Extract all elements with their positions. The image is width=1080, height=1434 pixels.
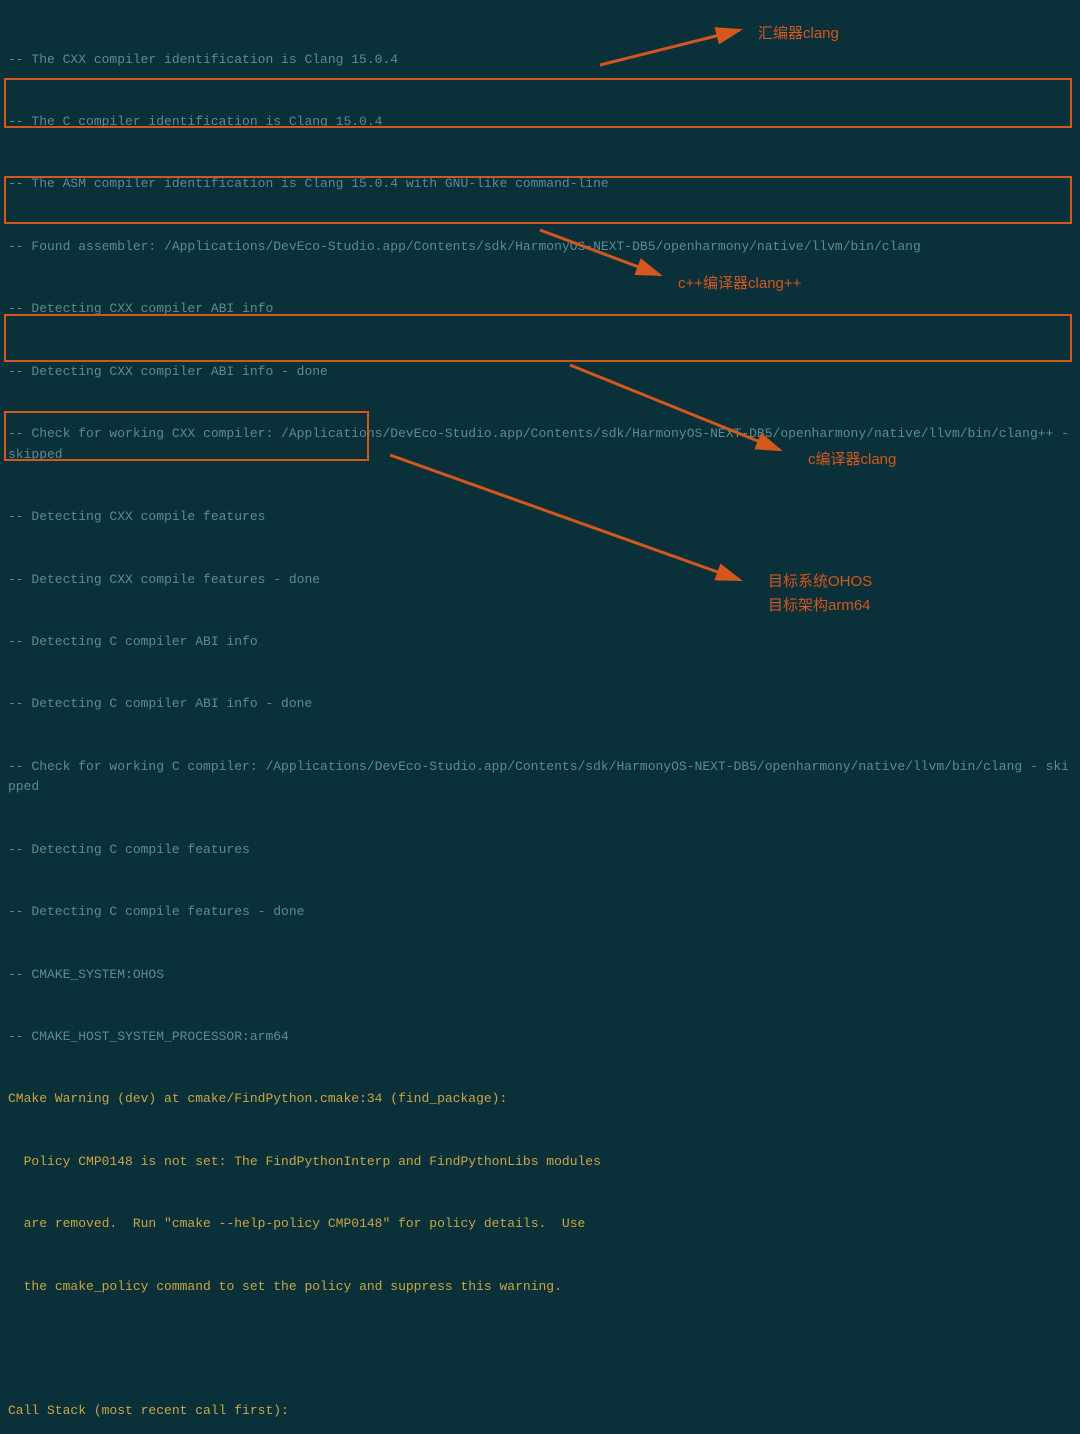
- terminal-line: -- CMAKE_HOST_SYSTEM_PROCESSOR:arm64: [8, 1027, 1072, 1048]
- warning-line: CMake Warning (dev) at cmake/FindPython.…: [8, 1089, 1072, 1110]
- terminal-line: -- The CXX compiler identification is Cl…: [8, 50, 1072, 71]
- terminal-line: -- CMAKE_SYSTEM:OHOS: [8, 965, 1072, 986]
- annotation-target-system: 目标系统OHOS: [768, 570, 872, 594]
- terminal-line: -- Check for working CXX compiler: /Appl…: [8, 424, 1072, 466]
- annotation-assembler: 汇编器clang: [758, 22, 839, 46]
- terminal-line: -- Detecting C compile features - done: [8, 902, 1072, 923]
- terminal-line: -- The ASM compiler identification is Cl…: [8, 174, 1072, 195]
- warning-line: [8, 1339, 1072, 1359]
- terminal-output: -- The CXX compiler identification is Cl…: [8, 8, 1072, 1434]
- terminal-line: -- Detecting C compile features: [8, 840, 1072, 861]
- terminal-line: -- Detecting CXX compiler ABI info - don…: [8, 362, 1072, 383]
- warning-line: are removed. Run "cmake --help-policy CM…: [8, 1214, 1072, 1235]
- terminal-line: -- Detecting CXX compile features - done: [8, 570, 1072, 591]
- terminal-line: -- The C compiler identification is Clan…: [8, 112, 1072, 133]
- annotation-c-compiler: c编译器clang: [808, 448, 896, 472]
- warning-line: Policy CMP0148 is not set: The FindPytho…: [8, 1152, 1072, 1173]
- terminal-line: -- Detecting CXX compiler ABI info: [8, 299, 1072, 320]
- warning-line: the cmake_policy command to set the poli…: [8, 1277, 1072, 1298]
- annotation-cxx-compiler: c++编译器clang++: [678, 272, 801, 296]
- terminal-line: -- Check for working C compiler: /Applic…: [8, 757, 1072, 799]
- warning-line: Call Stack (most recent call first):: [8, 1401, 1072, 1422]
- terminal-line: -- Detecting C compiler ABI info - done: [8, 694, 1072, 715]
- annotation-target-arch: 目标架构arm64: [768, 594, 871, 618]
- terminal-line: -- Detecting C compiler ABI info: [8, 632, 1072, 653]
- terminal-line: -- Detecting CXX compile features: [8, 507, 1072, 528]
- terminal-line: -- Found assembler: /Applications/DevEco…: [8, 237, 1072, 258]
